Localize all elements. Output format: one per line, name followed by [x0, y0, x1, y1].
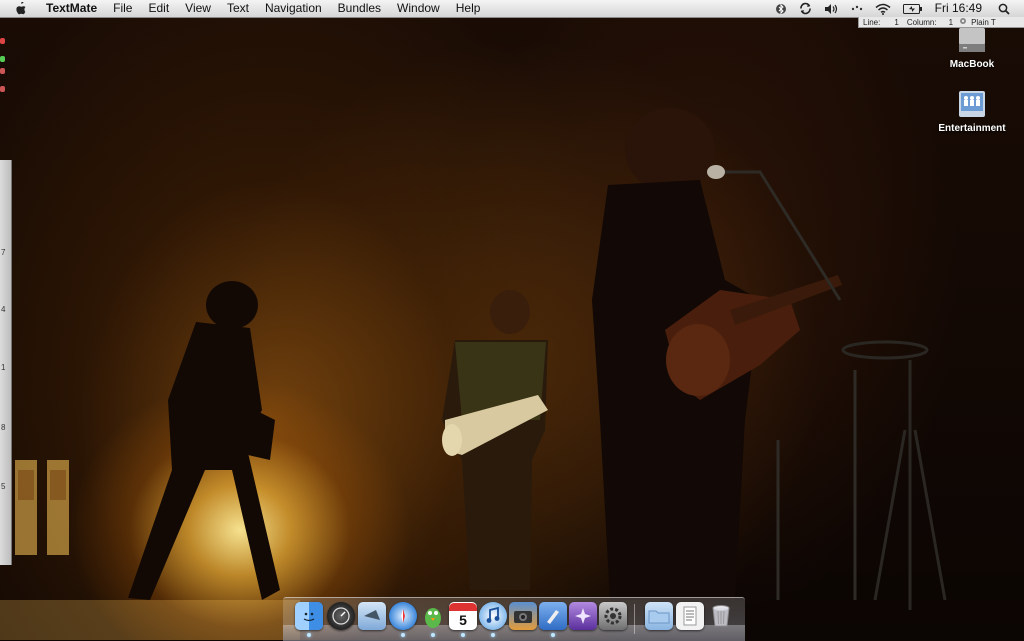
volume-icon[interactable]: [818, 3, 845, 15]
battery-icon[interactable]: [897, 3, 929, 14]
ruler-mark: 7: [1, 248, 6, 257]
spotlight-icon[interactable]: [992, 3, 1024, 15]
itunes-icon[interactable]: [479, 602, 507, 630]
zoom-dot-icon[interactable]: [0, 56, 5, 62]
menu-extras: Fri 16:49: [769, 0, 1024, 17]
running-indicator: [551, 633, 555, 637]
system-preferences-icon[interactable]: [599, 602, 627, 630]
stack-icon[interactable]: [676, 602, 704, 630]
close-dot-icon[interactable]: [0, 86, 5, 92]
finder-icon[interactable]: [295, 602, 323, 630]
menu-text[interactable]: Text: [219, 0, 257, 17]
wallpaper-band-silhouettes: [0, 108, 947, 640]
running-indicator: [491, 633, 495, 637]
menu-edit[interactable]: Edit: [140, 0, 177, 17]
ruler-mark: 4: [1, 305, 6, 314]
dock-separator: [634, 604, 635, 634]
desktop-icon-label: Entertainment: [938, 123, 1006, 134]
background-window-edge[interactable]: [0, 38, 6, 98]
menu-view[interactable]: View: [177, 0, 219, 17]
adium-icon[interactable]: [419, 602, 447, 630]
ical-header: [449, 603, 477, 611]
folder-icon[interactable]: [645, 602, 673, 630]
menu-bundles[interactable]: Bundles: [330, 0, 389, 17]
ical-day: 5: [459, 612, 467, 628]
safari-icon[interactable]: [389, 602, 417, 630]
bluetooth-icon[interactable]: [769, 3, 793, 15]
dock: 5: [283, 597, 745, 641]
running-indicator: [461, 633, 465, 637]
desktop-icon-macbook[interactable]: MacBook: [927, 24, 1017, 70]
line-value: 1: [894, 17, 899, 27]
running-indicator: [431, 633, 435, 637]
sync-icon[interactable]: [793, 2, 818, 15]
menu-file[interactable]: File: [105, 0, 140, 17]
apple-menu-icon[interactable]: [14, 1, 28, 16]
ruler-mark: 1: [1, 363, 6, 372]
menubar-clock[interactable]: Fri 16:49: [929, 0, 992, 17]
mail-icon[interactable]: [358, 602, 386, 630]
aperture-icon[interactable]: [569, 602, 597, 630]
close-dot-icon[interactable]: [0, 68, 5, 74]
running-indicator: [401, 633, 405, 637]
ruler-mark: 5: [1, 482, 6, 491]
iphoto-icon[interactable]: [509, 602, 537, 630]
network-drive-icon: [959, 91, 985, 117]
desktop-icon-label: MacBook: [949, 59, 995, 70]
running-indicator: [307, 633, 311, 637]
menu-bar: TextMate File Edit View Text Navigation …: [0, 0, 1024, 18]
trash-icon[interactable]: [707, 602, 735, 630]
app-menu-textmate[interactable]: TextMate: [38, 0, 105, 17]
menu-window[interactable]: Window: [389, 0, 448, 17]
ical-icon[interactable]: 5: [449, 602, 477, 630]
menu-navigation[interactable]: Navigation: [257, 0, 330, 17]
menu-help[interactable]: Help: [448, 0, 489, 17]
wifi-icon[interactable]: [869, 3, 897, 15]
desktop-icon-entertainment[interactable]: Entertainment: [927, 88, 1017, 134]
ruler-mark: 8: [1, 423, 6, 432]
xcode-icon[interactable]: [539, 602, 567, 630]
dashboard-icon[interactable]: [327, 602, 355, 630]
line-label: Line:: [863, 17, 881, 27]
close-dot-icon[interactable]: [0, 38, 5, 44]
more-icon[interactable]: [845, 4, 869, 14]
hard-drive-icon: [959, 28, 985, 52]
background-window-ruler[interactable]: 7 4 1 8 5: [0, 160, 12, 565]
